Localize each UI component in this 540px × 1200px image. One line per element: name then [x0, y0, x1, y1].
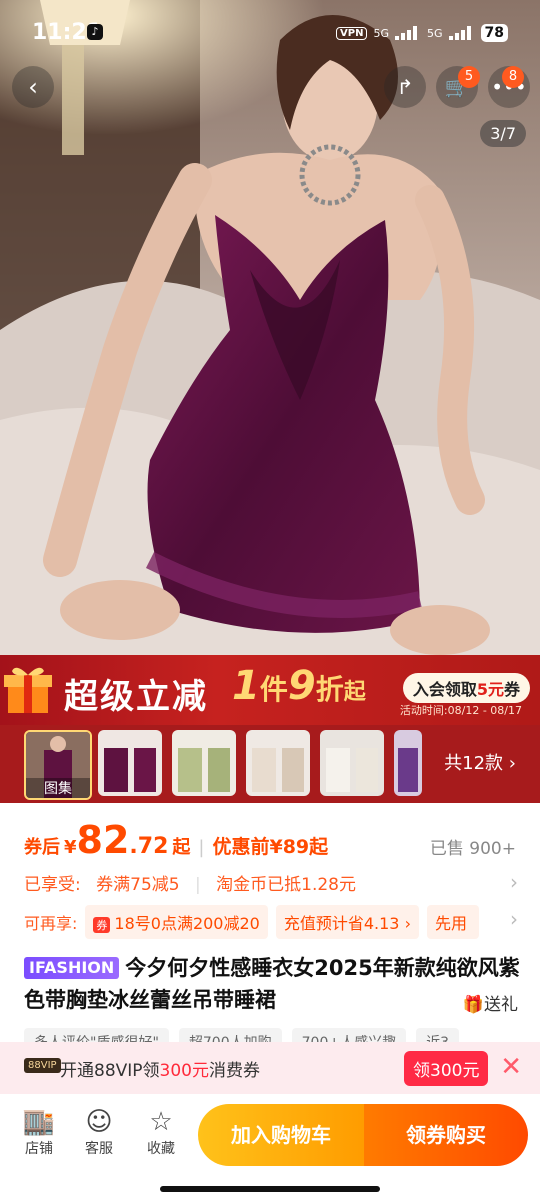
brand-badge[interactable]: IFASHION — [24, 957, 120, 979]
battery-level: 78 — [480, 24, 508, 42]
variant-gallery: 图集 共12款 › — [0, 725, 540, 803]
thumb-image — [394, 730, 422, 796]
offer-chip-recharge[interactable]: 充值预计省4.13 › — [275, 905, 419, 939]
offers-label: 可再享: — [24, 914, 78, 933]
vpn-indicator: VPN — [336, 26, 368, 40]
thumb-image — [98, 730, 162, 796]
promo-offer-num2: 9 — [287, 663, 316, 709]
thumb-variant-white[interactable] — [320, 730, 384, 796]
bottom-action-bar: 🏬 店铺 ☺ 客服 ☆ 收藏 加入购物车 领券购买 — [0, 1094, 540, 1200]
more-badge: 8 — [502, 66, 524, 88]
product-title-block: IFASHION 今夕何夕性感睡衣女2025年新款纯欲风紫色带胸垫冰丝蕾丝吊带睡裙 — [24, 952, 524, 1016]
share-button[interactable]: ↱ — [384, 66, 426, 108]
thumb-variant-purple[interactable] — [98, 730, 162, 796]
benefit-coupon: 券满75减5 — [96, 875, 180, 895]
thumb-image — [320, 730, 384, 796]
member-coupon-pill[interactable]: 入会领取5元券 — [402, 673, 530, 703]
price-suffix: 起 — [172, 837, 191, 858]
price-prefix: 券后 — [24, 837, 60, 858]
back-icon: ‹ — [28, 73, 38, 101]
offer-chip-paylater-text: 先用 — [434, 914, 467, 933]
cart-badge: 5 — [458, 66, 480, 88]
coupon-icon: 券 — [93, 917, 111, 933]
status-indicators: VPN 5G 5G 78 — [336, 24, 508, 42]
thumb-gallery[interactable]: 图集 — [24, 730, 92, 800]
thumb-variant-champagne[interactable] — [246, 730, 310, 796]
favorite-button[interactable]: ☆ 收藏 — [136, 1106, 186, 1158]
product-hero-image[interactable]: 11:21 ♪ VPN 5G 5G 78 ‹ ↱ 🛒 5 ••• 8 3/7 — [0, 0, 540, 655]
offer-chip-coupon-text: 18号0点满200减20 — [114, 914, 260, 933]
thumb-variant-more[interactable] — [394, 730, 422, 796]
offer-chip-paylater[interactable]: 先用 — [426, 905, 479, 939]
network-type-1: 5G — [373, 26, 389, 40]
promo-offer-word2: 折 — [315, 673, 344, 706]
applied-benefits[interactable]: 已享受: 券满75减5 | 淘金币已抵1.28元 — [24, 870, 366, 895]
vip-logo: 88VIP — [24, 1058, 61, 1073]
image-counter: 3/7 — [480, 120, 526, 147]
favorite-label: 收藏 — [147, 1141, 175, 1157]
promo-offer-suffix: 起 — [343, 680, 366, 705]
thumb-image — [246, 730, 310, 796]
offer-chip-coupon[interactable]: 券 18号0点满200减20 — [85, 905, 268, 939]
price-decimal: .72 — [129, 834, 169, 859]
offers-chevron-icon[interactable]: › — [510, 907, 518, 931]
promo-offer-num1: 1 — [232, 663, 260, 709]
original-price: 优惠前¥89起 — [212, 836, 329, 858]
vip-text-prefix: 开通88VIP领 — [60, 1061, 160, 1081]
back-button[interactable]: ‹ — [12, 66, 54, 108]
benefit-coins: 淘金币已抵1.28元 — [216, 875, 356, 895]
send-gift-button[interactable]: 🎁送礼 — [463, 990, 518, 1015]
close-icon[interactable]: ✕ — [500, 1052, 522, 1082]
extra-offers: 可再享: 券 18号0点满200减20 充值预计省4.13 › 先用 — [24, 905, 487, 939]
service-label: 客服 — [85, 1141, 113, 1157]
shop-icon: 🏬 — [22, 1107, 56, 1137]
variants-total: 共12款 — [444, 753, 504, 774]
add-to-cart-button[interactable]: 加入购物车 — [198, 1104, 364, 1166]
promo-title: 超级立减 — [64, 677, 208, 717]
vip-text-suffix: 消费券 — [208, 1061, 260, 1081]
gift-box-icon — [4, 667, 52, 713]
pill-suffix: 券 — [503, 680, 520, 699]
promo-offer: 1件9折起 — [232, 663, 366, 709]
customer-service-icon: ☺ — [85, 1107, 113, 1137]
share-icon: ↱ — [396, 75, 414, 99]
pill-amount: 5元 — [476, 680, 504, 699]
thumb-image — [172, 730, 236, 796]
benefit-divider: | — [195, 875, 201, 895]
tiktok-icon: ♪ — [87, 24, 103, 40]
send-gift-label: 送礼 — [484, 995, 518, 1015]
status-bar: 11:21 ♪ VPN 5G 5G 78 — [0, 0, 540, 60]
price-divider: | — [198, 837, 205, 858]
gift-icon: 🎁 — [462, 995, 484, 1015]
vip-amount: 300元 — [159, 1061, 209, 1081]
benefits-chevron-icon[interactable]: › — [510, 870, 518, 894]
benefits-label: 已享受: — [24, 875, 81, 895]
network-type-2: 5G — [426, 26, 443, 40]
vip-claim-button[interactable]: 领300元 — [404, 1051, 489, 1086]
star-icon: ☆ — [149, 1107, 173, 1137]
service-button[interactable]: ☺ 客服 — [74, 1106, 124, 1158]
price-row: 券后 ¥ 82 .72 起 | 优惠前¥89起 — [24, 818, 328, 862]
pill-prefix: 入会领取 — [412, 680, 477, 699]
vip-text: 开通88VIP领300元消费券 — [60, 1056, 260, 1081]
thumb-gallery-label: 图集 — [26, 778, 90, 798]
shop-label: 店铺 — [25, 1141, 53, 1157]
all-variants-link[interactable]: 共12款 › — [444, 749, 516, 775]
buy-with-coupon-button[interactable]: 领券购买 — [364, 1104, 528, 1166]
price-integer: 82 — [76, 818, 130, 862]
promo-time: 活动时间:08/12 - 08/17 — [399, 704, 522, 717]
sold-count: 已售 900+ — [429, 839, 516, 859]
vip-banner[interactable]: 88VIP 开通88VIP领300元消费券 领300元 ✕ — [0, 1042, 540, 1094]
signal-icon-2 — [448, 26, 475, 40]
chevron-right-icon: › — [508, 753, 516, 774]
shop-button[interactable]: 🏬 店铺 — [14, 1106, 64, 1158]
price-currency: ¥ — [64, 837, 77, 858]
home-indicator[interactable] — [160, 1186, 380, 1192]
offer-chip-recharge-text: 充值预计省4.13 — [283, 914, 400, 933]
thumb-variant-green[interactable] — [172, 730, 236, 796]
promo-banner[interactable]: 超级立减 1件9折起 入会领取5元券 活动时间:08/12 - 08/17 — [0, 655, 540, 725]
promo-offer-word1: 件 — [259, 673, 288, 706]
signal-icon — [394, 26, 421, 40]
